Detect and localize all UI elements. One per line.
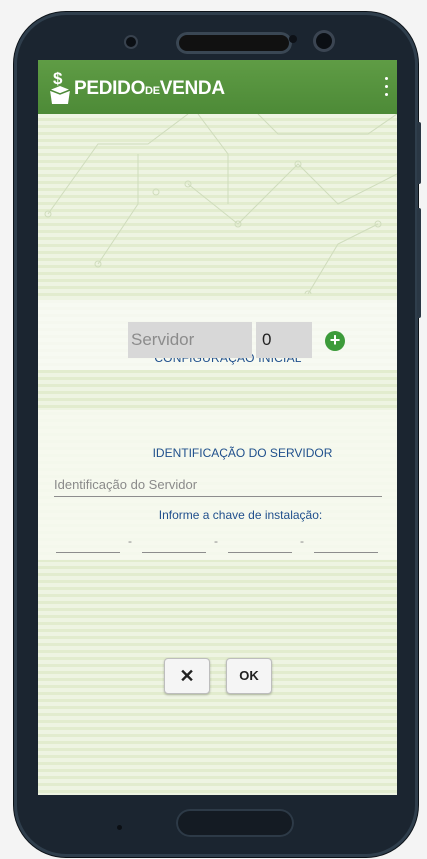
key-field-3[interactable] [228, 540, 292, 553]
svg-text:$: $ [53, 69, 63, 88]
overflow-menu-icon[interactable] [381, 74, 391, 98]
proximity-sensor [289, 35, 297, 43]
money-bag-icon: $ [49, 69, 71, 104]
volume-button [417, 208, 421, 318]
key-field-2[interactable] [142, 540, 206, 553]
installation-key-label: Informe a chave de instalação: [158, 508, 323, 522]
port-input[interactable]: 0 [256, 322, 312, 358]
front-camera-icon [316, 33, 332, 49]
brand-de: DE [145, 85, 160, 97]
front-flash-icon [126, 37, 136, 47]
ok-button[interactable]: OK [226, 658, 272, 694]
key-separator: - [214, 534, 218, 548]
microphone-hole [117, 825, 122, 830]
brand-pedido: PEDIDO [74, 78, 146, 99]
earpiece-speaker [176, 32, 292, 54]
cancel-button[interactable]: ✕ [164, 658, 210, 694]
power-button [417, 122, 421, 184]
fingerprint-sensor [176, 809, 294, 837]
app-toolbar: $ PEDIDODEVENDA [38, 60, 397, 114]
key-field-1[interactable] [56, 540, 120, 553]
app-title: PEDIDODEVENDA [74, 78, 225, 100]
add-server-button[interactable]: + [325, 331, 345, 351]
key-separator: - [128, 534, 132, 548]
identification-title: IDENTIFICAÇÃO DO SERVIDOR [152, 446, 333, 460]
brand-venda: VENDA [159, 78, 225, 99]
circuit-decoration [44, 114, 397, 294]
server-input[interactable]: Servidor [128, 322, 252, 358]
key-separator: - [300, 534, 304, 548]
server-identification-field[interactable] [54, 474, 382, 497]
key-field-4[interactable] [314, 540, 378, 553]
app-screen: $ PEDIDODEVENDA CONFIGURAÇÃO INICIAL Ser… [38, 60, 397, 795]
